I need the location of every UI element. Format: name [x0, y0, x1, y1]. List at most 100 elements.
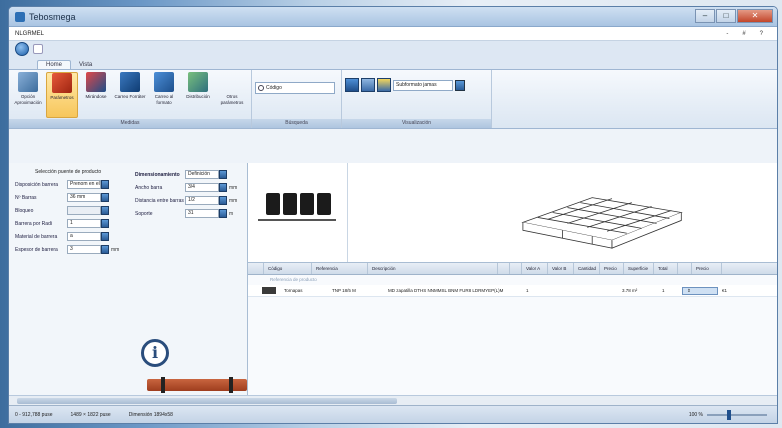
column-header[interactable]: Total: [654, 263, 678, 274]
column-header[interactable]: [510, 263, 522, 274]
ribbon-button-carreo-formato[interactable]: Carreo al formato: [148, 72, 180, 118]
dropdown-icon[interactable]: [101, 206, 109, 215]
addr-control-3[interactable]: ?: [760, 31, 763, 37]
field-input[interactable]: a: [67, 232, 101, 241]
product-thumbnail-icon: [262, 287, 276, 294]
column-header[interactable]: Descripción: [368, 263, 498, 274]
dropdown-icon[interactable]: [219, 209, 227, 218]
view-select-dropdown-icon[interactable]: [455, 80, 465, 91]
dropdown-icon[interactable]: [101, 180, 109, 189]
ribbon-button-distribucion[interactable]: Distribución: [182, 72, 214, 118]
horizontal-scrollbar[interactable]: [9, 395, 777, 405]
grating-drawing: [348, 163, 777, 262]
ribbon-group-busqueda: Código Búsqueda: [252, 70, 342, 128]
column-header[interactable]: Precio: [600, 263, 624, 274]
column-header[interactable]: Cantidad: [574, 263, 600, 274]
quick-access-button[interactable]: [33, 44, 43, 54]
content-panel: Código Referencia Descripción Valor A Va…: [248, 163, 777, 395]
view-select[interactable]: Subformato jamas: [393, 80, 465, 91]
distribution-icon: [188, 72, 208, 92]
view-thumbnail-button[interactable]: [377, 78, 391, 92]
pencil-icon: [52, 73, 72, 93]
column-header[interactable]: [498, 263, 510, 274]
addr-control-1[interactable]: -: [726, 31, 728, 37]
search-input[interactable]: Código: [255, 82, 335, 94]
mat-base: [258, 219, 336, 221]
cell-quantity-stepper[interactable]: ⇕: [682, 286, 718, 295]
status-size: 1489 × 1822 puse: [70, 411, 111, 418]
field-input[interactable]: 3: [67, 245, 101, 254]
close-button[interactable]: ✕: [737, 9, 773, 23]
status-position: 0 - 912,788 puse: [15, 411, 53, 418]
column-header[interactable]: Precio: [692, 263, 722, 274]
field-input[interactable]: 3/4: [185, 183, 219, 192]
layout-icon: [120, 72, 140, 92]
column-header[interactable]: Valor B: [548, 263, 574, 274]
ribbon-group-visualizacion: Subformato jamas Visualización: [342, 70, 492, 128]
cell-qty: 1: [526, 288, 529, 293]
ribbon-button-otros[interactable]: Otros parámetros: [216, 72, 248, 118]
ribbon-button-aproximacion[interactable]: Opción Aproximación: [12, 72, 44, 118]
dropdown-icon[interactable]: [219, 196, 227, 205]
addr-control-2[interactable]: #: [742, 31, 745, 37]
dropdown-icon[interactable]: [101, 219, 109, 228]
title-bar: Tebosmega – □ ✕: [9, 7, 777, 27]
dropdown-icon[interactable]: [101, 193, 109, 202]
cell-desc: MD zapatilla DTHS NNMMSL BNM FUR8 LDRMYE…: [388, 288, 504, 293]
address-path: NLGRMEL: [15, 30, 45, 37]
field-row: Soporte 31 m: [135, 209, 234, 218]
cell-total: 1: [662, 288, 665, 293]
dropdown-icon[interactable]: [101, 232, 109, 241]
column-header[interactable]: Superficie: [624, 263, 654, 274]
status-dimension: Dimensión 1894x58: [128, 411, 173, 418]
dropdown-icon[interactable]: [219, 170, 227, 179]
window-controls: – □ ✕: [694, 9, 773, 23]
field-input[interactable]: 31: [185, 209, 219, 218]
ribbon-button-carreo-forrater[interactable]: Carreo Forráter: [114, 72, 146, 118]
field-input[interactable]: 1/2: [185, 196, 219, 205]
field-input[interactable]: [67, 206, 101, 215]
approximation-icon: [18, 72, 38, 92]
zoom-slider[interactable]: [707, 409, 767, 420]
app-menu-orb[interactable]: [15, 42, 29, 56]
dropdown-icon[interactable]: [219, 183, 227, 192]
column-header[interactable]: [678, 263, 692, 274]
scrollbar-thumb[interactable]: [17, 398, 397, 404]
app-window: Tebosmega – □ ✕ NLGRMEL - # ? Home Vista…: [8, 6, 778, 424]
results-table: Código Referencia Descripción Valor A Va…: [248, 263, 777, 395]
main-area: Selección puente de producto Disposición…: [9, 163, 777, 395]
view-grid-button[interactable]: [345, 78, 359, 92]
column-header[interactable]: Código: [264, 263, 312, 274]
view-list-button[interactable]: [361, 78, 375, 92]
maximize-button[interactable]: □: [716, 9, 736, 23]
table-group-row: Referencia de producto: [270, 277, 317, 282]
field-input[interactable]: 1: [67, 219, 101, 228]
field-row: Material de barrera a: [15, 231, 241, 242]
field-row: Distancia entre barras 1/2 mm: [135, 196, 238, 205]
ribbon-group-label: Medidas: [9, 119, 251, 128]
address-bar[interactable]: NLGRMEL - # ?: [9, 27, 777, 41]
tab-home[interactable]: Home: [37, 60, 72, 69]
preview-area: [248, 163, 777, 263]
column-header[interactable]: Referencia: [312, 263, 368, 274]
column-header[interactable]: Valor A: [522, 263, 548, 274]
dropdown-icon[interactable]: [101, 245, 109, 254]
ribbon: Opción Aproximación Parámetros Mirándose…: [9, 69, 777, 129]
info-icon[interactable]: i: [141, 339, 169, 367]
mat-preview-icon: [147, 377, 247, 393]
product-thumbnail[interactable]: [248, 163, 348, 262]
field-input[interactable]: 36 mm: [67, 193, 101, 202]
ribbon-group-label: Búsqueda: [252, 119, 341, 128]
more-icon: [222, 72, 242, 92]
minimize-button[interactable]: –: [695, 9, 715, 23]
field-input[interactable]: Prenom en el: [67, 180, 101, 189]
ribbon-button-parametros[interactable]: Parámetros: [46, 72, 78, 118]
table-row[interactable]: Tornapas TNP 18/5 M MD zapatilla DTHS NN…: [248, 285, 777, 297]
field-input[interactable]: Definición: [185, 170, 219, 179]
cell-ref: TNP 18/5 M: [332, 288, 356, 293]
tab-view[interactable]: Vista: [71, 61, 100, 69]
ribbon-button-mirandose[interactable]: Mirándose: [80, 72, 112, 118]
parameters-panel: Selección puente de producto Disposición…: [9, 163, 248, 395]
zoom-slider-knob[interactable]: [727, 409, 731, 420]
ribbon-tabs: Home Vista: [9, 57, 777, 69]
